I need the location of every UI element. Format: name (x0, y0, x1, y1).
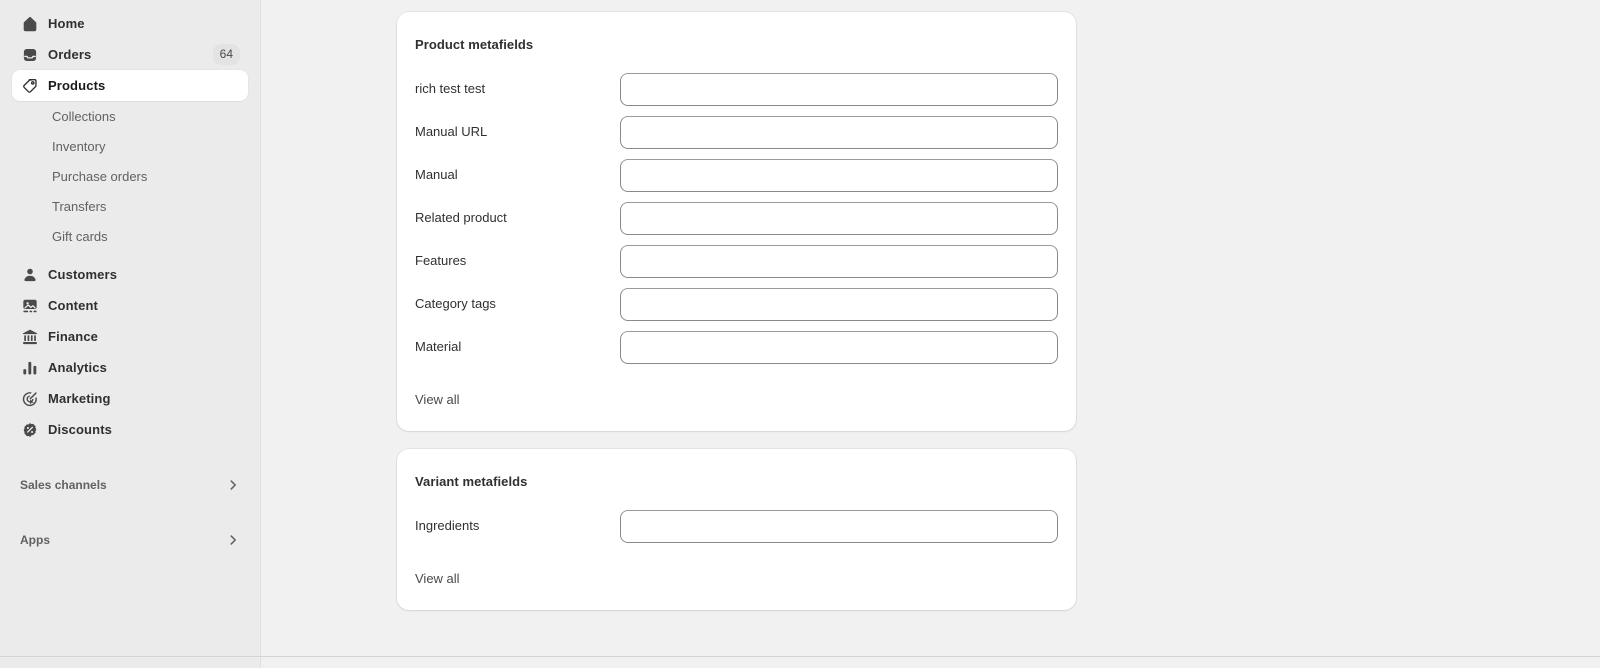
image-content-icon (20, 296, 40, 316)
variant-metafields-card: Variant metafields Ingredients View all (397, 449, 1076, 610)
sidebar-section-label: Sales channels (20, 477, 107, 492)
chevron-right-icon (226, 478, 240, 492)
sidebar-item-label: Marketing (48, 391, 111, 406)
metafield-row: Manual URL (415, 111, 1058, 154)
product-metafields-card: Product metafields rich test test Manual… (397, 12, 1076, 431)
sidebar-item-finance[interactable]: Finance (12, 321, 248, 352)
main-sidebar: Home Orders 64 Products Collections Inve… (0, 0, 261, 668)
sidebar-subitem-label: Purchase orders (52, 168, 148, 184)
metafield-input-features[interactable] (620, 245, 1058, 278)
sidebar-item-label: Products (48, 78, 106, 93)
view-all-product-metafields-link[interactable]: View all (415, 392, 460, 407)
metafield-label: Related product (415, 210, 507, 226)
sidebar-item-label: Home (48, 16, 85, 31)
target-cursor-icon (20, 389, 40, 409)
sidebar-subitem-transfers[interactable]: Transfers (12, 191, 248, 221)
sidebar-subitem-purchase-orders[interactable]: Purchase orders (12, 161, 248, 191)
sidebar-item-label: Customers (48, 267, 118, 282)
metafield-input-ingredients[interactable] (620, 510, 1058, 543)
home-icon (20, 14, 40, 34)
sidebar-item-orders[interactable]: Orders 64 (12, 39, 248, 70)
sidebar-subitem-label: Transfers (52, 198, 107, 214)
product-tag-icon (20, 76, 40, 96)
sidebar-item-label: Orders (48, 47, 92, 62)
sidebar-item-products[interactable]: Products (12, 70, 248, 101)
sidebar-item-marketing[interactable]: Marketing (12, 383, 248, 414)
sidebar-subitem-label: Collections (52, 108, 116, 124)
metafield-input-rich-test-test[interactable] (620, 73, 1058, 106)
metafield-row: Material (415, 326, 1058, 369)
orders-inbox-icon (20, 45, 40, 65)
sidebar-subitem-inventory[interactable]: Inventory (12, 131, 248, 161)
metafield-row: Ingredients (415, 505, 1058, 548)
person-icon (20, 265, 40, 285)
metafield-label: rich test test (415, 81, 486, 97)
sidebar-subitem-collections[interactable]: Collections (12, 101, 248, 131)
metafield-label: Category tags (415, 296, 496, 312)
metafield-row: Features (415, 240, 1058, 283)
sidebar-item-label: Discounts (48, 422, 113, 437)
sidebar-subitem-label: Gift cards (52, 228, 108, 244)
metafield-label: Manual (415, 167, 458, 183)
chevron-right-icon (226, 533, 240, 547)
view-all-variant-metafields-link[interactable]: View all (415, 571, 460, 586)
metafield-row: Related product (415, 197, 1058, 240)
bank-icon (20, 327, 40, 347)
sidebar-section-sales-channels[interactable]: Sales channels (12, 469, 248, 500)
shopify-admin-window: Home Orders 64 Products Collections Inve… (0, 0, 1600, 668)
metafield-input-material[interactable] (620, 331, 1058, 364)
metafield-label: Manual URL (415, 124, 488, 140)
sidebar-item-analytics[interactable]: Analytics (12, 352, 248, 383)
sidebar-item-label: Finance (48, 329, 99, 344)
metafield-input-manual[interactable] (620, 159, 1058, 192)
metafield-row: rich test test (415, 68, 1058, 111)
card-title: Variant metafields (415, 474, 528, 489)
card-title: Product metafields (415, 37, 534, 52)
sidebar-item-content[interactable]: Content (12, 290, 248, 321)
sidebar-subitem-gift-cards[interactable]: Gift cards (12, 221, 248, 251)
sidebar-subitem-label: Inventory (52, 138, 106, 154)
orders-count-badge: 64 (212, 44, 240, 65)
sidebar-section-label: Apps (20, 532, 50, 547)
metafield-row: Manual (415, 154, 1058, 197)
sidebar-item-home[interactable]: Home (12, 8, 248, 39)
metafield-label: Features (415, 253, 467, 269)
metafield-label: Material (415, 339, 462, 355)
sidebar-item-customers[interactable]: Customers (12, 259, 248, 290)
sidebar-item-label: Analytics (48, 360, 107, 375)
product-metafields-field-list: rich test test Manual URL Manual Related… (397, 52, 1076, 369)
sidebar-item-discounts[interactable]: Discounts (12, 414, 248, 445)
bottom-divider (0, 656, 1600, 657)
sidebar-section-apps[interactable]: Apps (12, 524, 248, 555)
metafield-input-category-tags[interactable] (620, 288, 1058, 321)
variant-metafields-field-list: Ingredients (397, 489, 1076, 548)
discount-percent-icon (20, 420, 40, 440)
metafield-input-manual-url[interactable] (620, 116, 1058, 149)
metafields-column: Product metafields rich test test Manual… (397, 12, 1076, 610)
metafield-input-related-product[interactable] (620, 202, 1058, 235)
bar-chart-icon (20, 358, 40, 378)
main-content-area: Product metafields rich test test Manual… (261, 0, 1600, 668)
metafield-row: Category tags (415, 283, 1058, 326)
metafield-label: Ingredients (415, 518, 480, 534)
product-metafields-footer: View all (397, 369, 1076, 431)
sidebar-item-label: Content (48, 298, 99, 313)
variant-metafields-footer: View all (397, 548, 1076, 610)
